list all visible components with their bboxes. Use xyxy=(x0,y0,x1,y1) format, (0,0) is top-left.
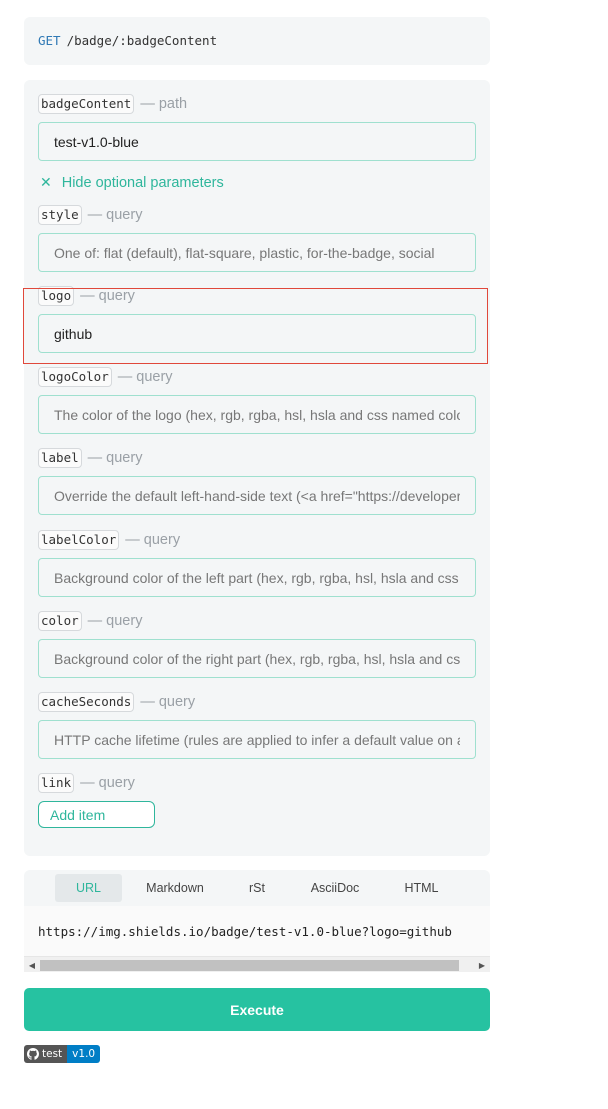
param-name: labelColor xyxy=(38,530,120,550)
param-label-label: label — query xyxy=(38,447,142,469)
tab-html[interactable]: HTML xyxy=(394,874,449,902)
param-label-style: style — query xyxy=(38,204,142,226)
add-item-button[interactable]: Add item xyxy=(38,801,155,828)
param-name: badgeContent xyxy=(38,94,135,114)
param-label-labelcolor: labelColor — query xyxy=(38,529,180,551)
param-name: link xyxy=(38,773,75,793)
param-label-color: color — query xyxy=(38,610,142,632)
endpoint-path: GET/badge/:badgeContent xyxy=(24,17,490,65)
badge-label: test xyxy=(42,1048,63,1060)
horizontal-scrollbar[interactable]: ◀ ▶ xyxy=(24,956,490,972)
snippet-panel: URL Markdown rSt AsciiDoc HTML https://i… xyxy=(24,870,490,973)
http-method: GET xyxy=(38,33,61,48)
param-kind: — query xyxy=(125,532,181,548)
snippet-tabs: URL Markdown rSt AsciiDoc HTML xyxy=(24,870,490,906)
execute-button[interactable]: Execute xyxy=(24,988,490,1031)
param-name: logo xyxy=(38,286,75,306)
param-name: style xyxy=(38,205,82,225)
close-icon: ✕ xyxy=(40,174,52,190)
badgecontent-input[interactable] xyxy=(38,122,476,161)
param-name: color xyxy=(38,611,82,631)
param-name: label xyxy=(38,448,82,468)
param-kind: — query xyxy=(117,369,173,385)
labelcolor-input[interactable] xyxy=(38,558,476,597)
cacheseconds-input[interactable] xyxy=(38,720,476,759)
hide-optional-toggle[interactable]: ✕ Hide optional parameters xyxy=(40,174,224,191)
param-label-logo: logo — query xyxy=(38,285,135,307)
endpoint-route: /badge/:badgeContent xyxy=(66,33,218,48)
scroll-right-icon[interactable]: ▶ xyxy=(474,957,490,973)
param-name: cacheSeconds xyxy=(38,692,135,712)
tab-rst[interactable]: rSt xyxy=(237,874,277,902)
toggle-label: Hide optional parameters xyxy=(61,174,224,191)
param-label-link: link — query xyxy=(38,772,135,794)
tab-markdown[interactable]: Markdown xyxy=(137,874,213,902)
param-name: logoColor xyxy=(38,367,112,387)
param-label-logocolor: logoColor — query xyxy=(38,366,173,388)
scrollbar-thumb[interactable] xyxy=(40,960,459,971)
badge-message: v1.0 xyxy=(67,1045,101,1063)
style-input[interactable] xyxy=(38,233,476,272)
scroll-left-icon[interactable]: ◀ xyxy=(24,957,40,973)
param-label-badgecontent: badgeContent — path xyxy=(38,93,187,115)
parameters-panel: badgeContent — path ✕ Hide optional para… xyxy=(24,80,490,856)
param-kind: — path xyxy=(140,96,188,112)
param-kind: — query xyxy=(87,450,143,466)
param-kind: — query xyxy=(80,288,135,304)
param-kind: — query xyxy=(87,207,143,223)
tab-url[interactable]: URL xyxy=(55,874,122,902)
param-kind: — query xyxy=(80,775,135,791)
label-input[interactable] xyxy=(38,476,476,515)
param-kind: — query xyxy=(87,613,143,629)
badge-label-part: test xyxy=(24,1045,68,1063)
github-icon xyxy=(27,1048,39,1060)
param-label-cacheseconds: cacheSeconds — query xyxy=(38,691,195,713)
badge-preview: test v1.0 xyxy=(24,1045,101,1063)
tab-asciidoc[interactable]: AsciiDoc xyxy=(301,874,369,902)
color-input[interactable] xyxy=(38,639,476,678)
param-kind: — query xyxy=(140,694,196,710)
badge-url[interactable]: https://img.shields.io/badge/test-v1.0-b… xyxy=(24,906,490,956)
logo-input[interactable] xyxy=(38,314,476,353)
logocolor-input[interactable] xyxy=(38,395,476,434)
